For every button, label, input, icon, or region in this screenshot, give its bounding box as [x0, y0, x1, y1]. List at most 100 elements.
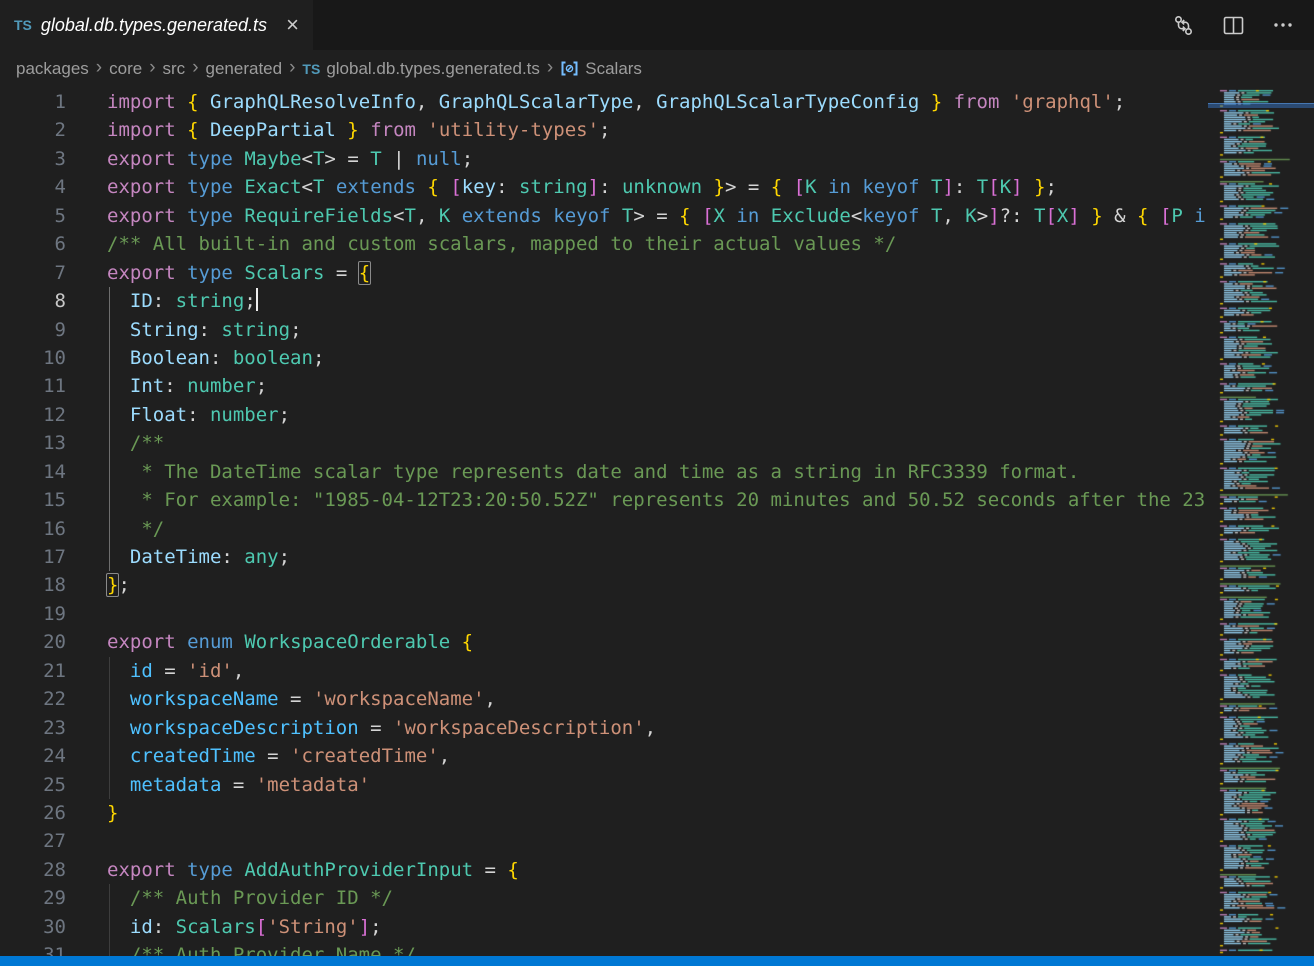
- code-line[interactable]: 26}: [0, 799, 1208, 827]
- token: =: [645, 205, 679, 227]
- token: Boolean: [130, 347, 210, 369]
- code-line[interactable]: 4export type Exact<T extends { [key: str…: [0, 173, 1208, 201]
- line-number[interactable]: 17: [0, 543, 66, 571]
- line-number[interactable]: 19: [0, 600, 66, 628]
- code-line[interactable]: 28export type AddAuthProviderInput = {: [0, 856, 1208, 884]
- breadcrumb-item[interactable]: core: [109, 59, 142, 79]
- editor-tab[interactable]: TS global.db.types.generated.ts ×: [0, 0, 313, 50]
- open-changes-icon[interactable]: [1172, 14, 1195, 37]
- breadcrumb-item[interactable]: packages: [16, 59, 89, 79]
- code-line[interactable]: 15 * For example: "1985-04-12T23:20:50.5…: [0, 486, 1208, 514]
- code-line[interactable]: 24 createdTime = 'createdTime',: [0, 742, 1208, 770]
- token: {: [1137, 205, 1148, 227]
- token: ]: [942, 176, 953, 198]
- line-number[interactable]: 13: [0, 429, 66, 457]
- line-number[interactable]: 14: [0, 458, 66, 486]
- code-line[interactable]: 2import { DeepPartial } from 'utility-ty…: [0, 116, 1208, 144]
- token: 'workspaceDescription': [393, 717, 645, 739]
- breadcrumb-item[interactable]: src: [163, 59, 186, 79]
- code-line[interactable]: 27: [0, 827, 1208, 855]
- token: ;: [462, 148, 473, 170]
- code-line[interactable]: 12 Float: number;: [0, 401, 1208, 429]
- breadcrumb-item[interactable]: generated: [206, 59, 283, 79]
- line-number[interactable]: 12: [0, 401, 66, 429]
- code-editor[interactable]: 1 import { GraphQLResolveInfo, GraphQLSca…: [0, 88, 1208, 956]
- indent-guide: [109, 429, 110, 457]
- line-number[interactable]: 9: [0, 316, 66, 344]
- token: {: [507, 859, 518, 881]
- code-line[interactable]: 3export type Maybe<T> = T | null;: [0, 145, 1208, 173]
- line-number[interactable]: 30: [0, 913, 66, 941]
- code-line[interactable]: 20export enum WorkspaceOrderable {: [0, 628, 1208, 656]
- line-number[interactable]: 26: [0, 799, 66, 827]
- line-number[interactable]: 7: [0, 259, 66, 287]
- line-number[interactable]: 20: [0, 628, 66, 656]
- code-line[interactable]: 25 metadata = 'metadata': [0, 771, 1208, 799]
- code-line[interactable]: 11 Int: number;: [0, 372, 1208, 400]
- code-line[interactable]: 13 /**: [0, 429, 1208, 457]
- minimap[interactable]: [1208, 88, 1314, 956]
- token: /**: [107, 432, 164, 454]
- code-line[interactable]: 18};: [0, 571, 1208, 599]
- token: :: [199, 319, 222, 341]
- code-line[interactable]: 6/** All built-in and custom scalars, ma…: [0, 230, 1208, 258]
- code-line[interactable]: 29 /** Auth Provider ID */: [0, 884, 1208, 912]
- code-line[interactable]: 31 /** Auth Provider Name */: [0, 941, 1208, 956]
- line-number[interactable]: 21: [0, 657, 66, 685]
- line-number[interactable]: 29: [0, 884, 66, 912]
- code-line[interactable]: 1 import { GraphQLResolveInfo, GraphQLSca…: [0, 88, 1208, 116]
- line-number[interactable]: 24: [0, 742, 66, 770]
- indent-guide: [109, 884, 110, 912]
- indent-guide: [109, 742, 110, 770]
- indent-guide: [109, 486, 110, 514]
- line-text: import { GraphQLResolveInfo, GraphQLScal…: [107, 88, 1125, 116]
- line-number[interactable]: 25: [0, 771, 66, 799]
- line-number[interactable]: 31: [0, 941, 66, 956]
- line-number[interactable]: 27: [0, 827, 66, 855]
- code-line[interactable]: 22 workspaceName = 'workspaceName',: [0, 685, 1208, 713]
- split-editor-icon[interactable]: [1223, 15, 1244, 36]
- token: GraphQLResolveInfo: [210, 91, 416, 113]
- line-number[interactable]: 15: [0, 486, 66, 514]
- code-line[interactable]: 17 DateTime: any;: [0, 543, 1208, 571]
- token: Scalars: [244, 262, 324, 284]
- code-line[interactable]: 16 */: [0, 515, 1208, 543]
- token: [107, 717, 130, 739]
- line-number[interactable]: 1: [0, 88, 66, 116]
- line-number[interactable]: 28: [0, 856, 66, 884]
- line-number[interactable]: 16: [0, 515, 66, 543]
- line-number[interactable]: 4: [0, 173, 66, 201]
- token: >: [977, 205, 988, 227]
- line-number[interactable]: 18: [0, 571, 66, 599]
- line-number[interactable]: 10: [0, 344, 66, 372]
- token: string: [176, 290, 245, 312]
- line-number[interactable]: 6: [0, 230, 66, 258]
- code-line[interactable]: 10 Boolean: boolean;: [0, 344, 1208, 372]
- token: [199, 91, 210, 113]
- more-actions-icon[interactable]: [1272, 14, 1294, 36]
- breadcrumb-item-symbol[interactable]: Scalars: [560, 58, 642, 80]
- code-line[interactable]: 7export type Scalars = {: [0, 259, 1208, 287]
- token: [107, 546, 130, 568]
- breadcrumb-item-file[interactable]: TSglobal.db.types.generated.ts: [302, 59, 540, 79]
- line-number[interactable]: 22: [0, 685, 66, 713]
- token: export: [107, 631, 176, 653]
- code-line[interactable]: 30 id: Scalars['String'];: [0, 913, 1208, 941]
- code-line[interactable]: 14 * The DateTime scalar type represents…: [0, 458, 1208, 486]
- line-number[interactable]: 5: [0, 202, 66, 230]
- code-line[interactable]: 9 String: string;: [0, 316, 1208, 344]
- code-line[interactable]: 8 ID: string;: [0, 287, 1208, 315]
- code-line[interactable]: 21 id = 'id',: [0, 657, 1208, 685]
- code-line[interactable]: 5export type RequireFields<T, K extends …: [0, 202, 1208, 230]
- line-number[interactable]: 8: [0, 287, 66, 315]
- line-number[interactable]: 3: [0, 145, 66, 173]
- line-number[interactable]: 2: [0, 116, 66, 144]
- line-number[interactable]: 11: [0, 372, 66, 400]
- code-line[interactable]: 19: [0, 600, 1208, 628]
- code-line[interactable]: 23 workspaceDescription = 'workspaceDesc…: [0, 714, 1208, 742]
- token: keyof: [862, 176, 919, 198]
- breadcrumb-file-label: global.db.types.generated.ts: [326, 59, 540, 79]
- line-number[interactable]: 23: [0, 714, 66, 742]
- token: ;: [279, 546, 290, 568]
- close-icon[interactable]: ×: [282, 14, 303, 36]
